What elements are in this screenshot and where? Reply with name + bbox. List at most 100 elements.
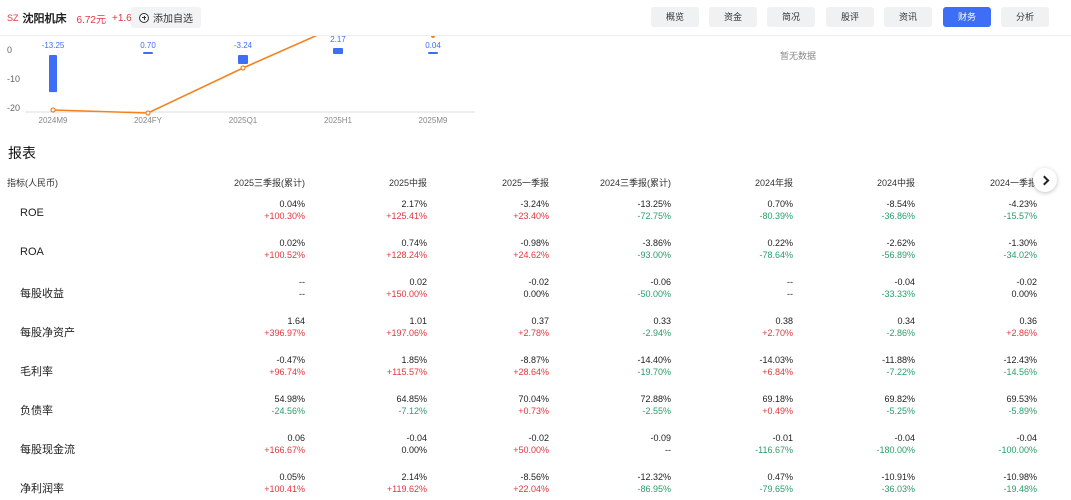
- cell-value: 0.02: [409, 277, 427, 287]
- cell-value: -0.09: [650, 433, 671, 443]
- table-row: ROA 0.02% +100.52% 0.74% +128.24% -0.98% +24.6…: [0, 237, 1071, 276]
- line-point: [431, 36, 435, 38]
- cell-change: -86.95%: [637, 484, 671, 494]
- top-bar: SZ 沈阳机床 6.72元 +1.66% 添加自选 概览 资金 简况 股评 资讯…: [0, 0, 1071, 36]
- cell-value: 2.14%: [401, 472, 427, 482]
- table-cell: -- --: [165, 276, 305, 300]
- cell-change: +24.62%: [513, 250, 549, 260]
- cell-change: +0.73%: [518, 406, 549, 416]
- column-header: 2025一季报: [501, 178, 549, 188]
- row-label: ROA: [20, 246, 44, 258]
- table-cell: -0.47% +96.74%: [165, 354, 305, 378]
- tab-analysis[interactable]: 分析: [1001, 7, 1049, 27]
- cell-change: +100.52%: [264, 250, 305, 260]
- table-cell: 69.53% -5.89%: [897, 393, 1037, 417]
- cell-value: -13.25%: [637, 199, 671, 209]
- table-cell: -0.04 0.00%: [287, 432, 427, 456]
- table-cell: -4.23% -15.57%: [897, 198, 1037, 222]
- market-badge: SZ: [7, 13, 19, 23]
- cell-change: +396.97%: [264, 328, 305, 338]
- cell-value: 0.34: [897, 316, 915, 326]
- table-cell: -3.24% +23.40%: [409, 198, 549, 222]
- cell-change: -14.56%: [1003, 367, 1037, 377]
- column-header: 2025中报: [388, 178, 427, 188]
- table-cell: -10.98% -19.48%: [897, 471, 1037, 495]
- tab-finance[interactable]: 财务: [943, 7, 991, 27]
- cell-change: -50.00%: [637, 289, 671, 299]
- cell-change: +115.57%: [386, 367, 427, 377]
- add-watchlist-button[interactable]: 添加自选: [131, 7, 201, 28]
- cell-value: 0.37: [531, 316, 549, 326]
- cell-change: -2.86%: [886, 328, 915, 338]
- cell-change: +28.64%: [513, 367, 549, 377]
- row-label: 每股现金流: [20, 444, 75, 456]
- table-cell: 64.85% -7.12%: [287, 393, 427, 417]
- no-data-text: 暂无数据: [780, 51, 817, 61]
- x-tick-label: 2025H1: [324, 116, 353, 125]
- table-cell: -8.56% +22.04%: [409, 471, 549, 495]
- cell-value: 64.85%: [396, 394, 427, 404]
- table-cell: -3.86% -93.00%: [531, 237, 671, 261]
- cell-change: 0.00%: [401, 445, 427, 455]
- cell-value: 72.88%: [640, 394, 671, 404]
- cell-value: -0.02: [528, 277, 549, 287]
- cell-change: 0.00%: [1011, 289, 1037, 299]
- row-label: 毛利率: [20, 366, 53, 378]
- stock-name[interactable]: 沈阳机床: [23, 10, 67, 26]
- table-header: 指标(人民币) 2025三季报(累计) 2025中报 2025一季报 2024三…: [0, 173, 1071, 189]
- table-row: 每股现金流 0.06 +166.67% -0.04 0.00% -0.02 +50.00% -…: [0, 432, 1071, 471]
- cell-change: +197.06%: [386, 328, 427, 338]
- table-row: 负债率 54.98% -24.56% 64.85% -7.12% 70.04% +0.73%…: [0, 393, 1071, 432]
- x-tick-label: 2025Q1: [229, 116, 258, 125]
- tab-profile[interactable]: 简况: [767, 7, 815, 27]
- cell-value: -14.40%: [637, 355, 671, 365]
- column-header: 2024年报: [754, 178, 793, 188]
- table-cell: -1.30% -34.02%: [897, 237, 1037, 261]
- cell-change: -24.56%: [271, 406, 305, 416]
- table-cell: 1.85% +115.57%: [287, 354, 427, 378]
- table-cell: 0.38 +2.70%: [653, 315, 793, 339]
- table-cell: -2.62% -56.89%: [775, 237, 915, 261]
- tab-funds[interactable]: 资金: [709, 7, 757, 27]
- cell-change: -7.22%: [886, 367, 915, 377]
- next-page-button[interactable]: [1033, 168, 1057, 192]
- cell-change: -93.00%: [637, 250, 671, 260]
- table-cell: -0.04 -100.00%: [897, 432, 1037, 456]
- table-cell: 1.01 +197.06%: [287, 315, 427, 339]
- table-cell: -13.25% -72.75%: [531, 198, 671, 222]
- cell-change: -180.00%: [876, 445, 915, 455]
- bar-data-label: 0.70: [140, 41, 156, 50]
- table-cell: 0.02% +100.52%: [165, 237, 305, 261]
- x-tick-label: 2024FY: [134, 116, 163, 125]
- cell-change: -36.86%: [881, 211, 915, 221]
- chart-bar: [238, 55, 248, 64]
- cell-change: -7.12%: [398, 406, 427, 416]
- cell-change: -36.03%: [881, 484, 915, 494]
- cell-value: -0.02: [528, 433, 549, 443]
- table-cell: 0.74% +128.24%: [287, 237, 427, 261]
- table-cell: 0.02 +150.00%: [287, 276, 427, 300]
- table-row: ROE 0.04% +100.30% 2.17% +125.41% -3.24% +23.4…: [0, 198, 1071, 237]
- tab-news[interactable]: 资讯: [884, 7, 932, 27]
- table-cell: 54.98% -24.56%: [165, 393, 305, 417]
- cell-value: -2.62%: [886, 238, 915, 248]
- cell-value: 0.47%: [767, 472, 793, 482]
- cell-change: -100.00%: [998, 445, 1037, 455]
- table-cell: -12.43% -14.56%: [897, 354, 1037, 378]
- chart-bar: [428, 52, 438, 54]
- cell-value: -0.04: [406, 433, 427, 443]
- table-cell: -0.98% +24.62%: [409, 237, 549, 261]
- cell-value: 69.82%: [884, 394, 915, 404]
- cell-value: 0.02%: [279, 238, 305, 248]
- cell-value: --: [787, 277, 793, 287]
- cell-change: -56.89%: [881, 250, 915, 260]
- cell-change: +2.86%: [1006, 328, 1037, 338]
- table-cell: 1.64 +396.97%: [165, 315, 305, 339]
- cell-value: -0.01: [772, 433, 793, 443]
- tab-overview[interactable]: 概览: [651, 7, 699, 27]
- y-tick-label: -20: [7, 103, 20, 113]
- cell-change: +100.30%: [264, 211, 305, 221]
- tab-reviews[interactable]: 股评: [826, 7, 874, 27]
- table-cell: 0.05% +100.41%: [165, 471, 305, 495]
- table-cell: -0.06 -50.00%: [531, 276, 671, 300]
